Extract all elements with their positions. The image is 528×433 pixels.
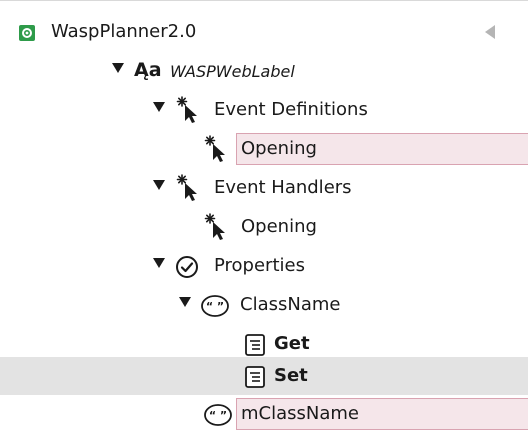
event-cursor-icon bbox=[176, 174, 197, 201]
event-cursor-icon bbox=[204, 213, 225, 240]
tree-item-mclassname[interactable]: “ ” mClassName bbox=[0, 395, 528, 433]
tree-item-set[interactable]: Set bbox=[0, 357, 528, 395]
svg-text:“ ”: “ ” bbox=[209, 409, 227, 422]
document-icon bbox=[245, 334, 265, 356]
checkmark-circle-icon bbox=[176, 256, 198, 278]
tree-root-row[interactable]: WaspPlanner2.0 bbox=[0, 13, 528, 51]
tree-item-label: Get bbox=[274, 333, 310, 354]
quote-icon: “ ” bbox=[201, 295, 229, 317]
tree-item-label: Set bbox=[274, 365, 308, 386]
top-border bbox=[0, 0, 528, 1]
tree-item-label: WASPWebLabel bbox=[170, 62, 295, 81]
tree-item-properties[interactable]: Properties bbox=[0, 247, 528, 285]
tree-item-classname[interactable]: “ ” ClassName bbox=[0, 286, 528, 324]
rename-field-value: mClassName bbox=[241, 403, 359, 424]
tree-item-waspweblabel[interactable]: Ąa WASPWebLabel bbox=[0, 52, 528, 90]
rename-field-value: Opening bbox=[241, 138, 317, 159]
expand-arrow-icon[interactable] bbox=[179, 297, 191, 307]
tree-item-opening-definition[interactable]: Opening bbox=[0, 130, 528, 168]
tree-item-label: Opening bbox=[241, 216, 317, 237]
tree-item-label: Event Handlers bbox=[214, 177, 352, 198]
expand-arrow-icon[interactable] bbox=[153, 258, 165, 268]
expand-arrow-icon[interactable] bbox=[153, 102, 165, 112]
web-label-icon: Ąa bbox=[134, 59, 162, 81]
expand-arrow-icon[interactable] bbox=[153, 180, 165, 190]
tree-item-event-handlers[interactable]: Event Handlers bbox=[0, 169, 528, 207]
tree-item-label: Event Definitions bbox=[214, 99, 368, 120]
svg-text:“ ”: “ ” bbox=[206, 300, 224, 313]
document-icon bbox=[245, 366, 265, 388]
tree-root-label: WaspPlanner2.0 bbox=[51, 21, 197, 42]
collapse-left-icon[interactable] bbox=[483, 24, 497, 40]
event-cursor-icon bbox=[204, 135, 225, 162]
rename-field[interactable]: Opening bbox=[236, 133, 528, 165]
tree-item-label: ClassName bbox=[240, 294, 341, 315]
module-icon bbox=[19, 25, 35, 41]
quote-icon: “ ” bbox=[204, 404, 232, 426]
tree-item-event-definitions[interactable]: Event Definitions bbox=[0, 91, 528, 129]
tree-item-opening-handler[interactable]: Opening bbox=[0, 208, 528, 246]
tree-item-label: Properties bbox=[214, 255, 305, 276]
expand-arrow-icon[interactable] bbox=[112, 63, 124, 73]
rename-field[interactable]: mClassName bbox=[236, 398, 528, 430]
event-cursor-icon bbox=[176, 96, 197, 123]
